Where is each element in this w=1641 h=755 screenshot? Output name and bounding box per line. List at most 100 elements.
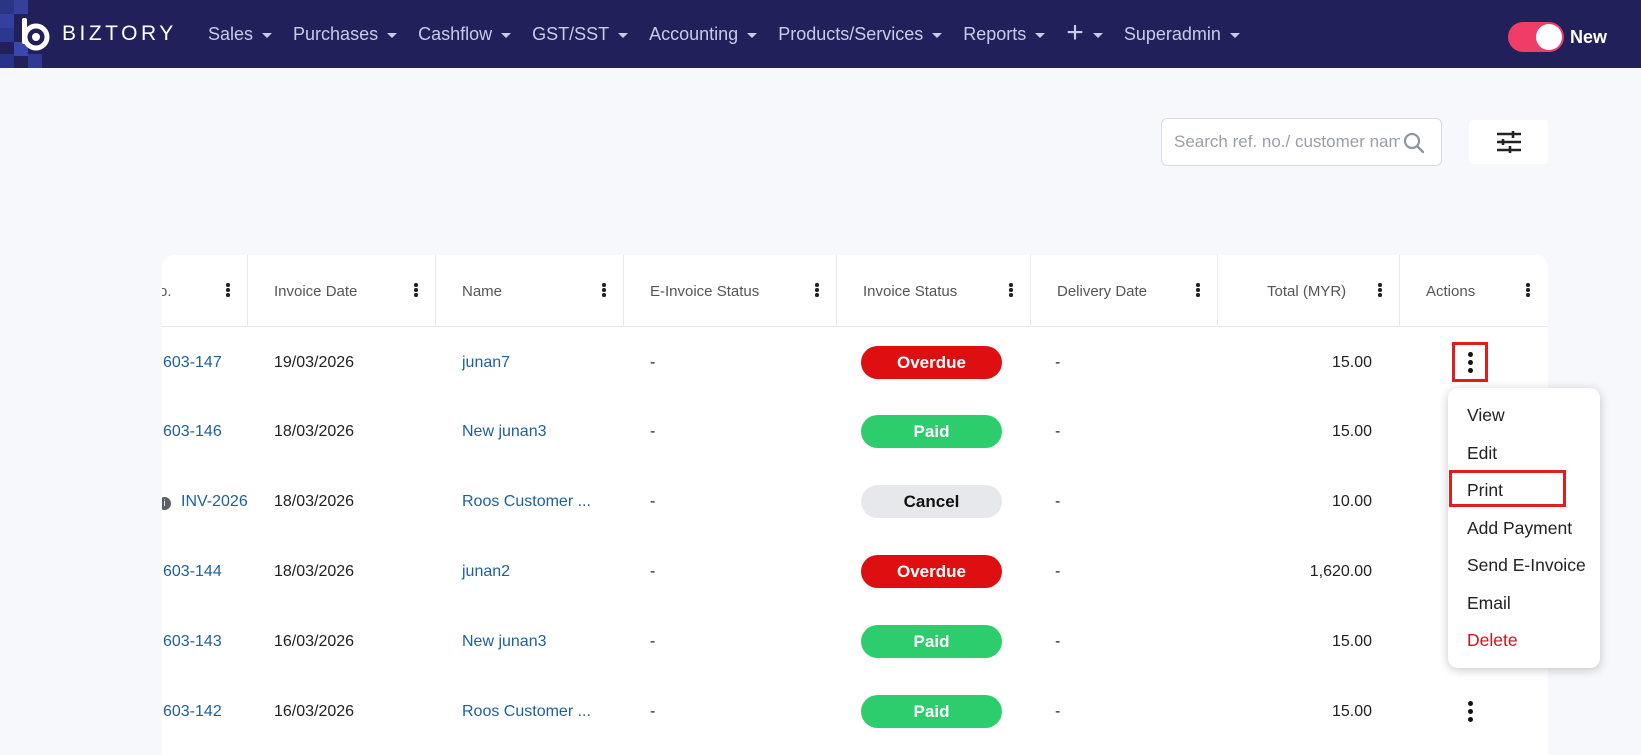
customer-name-link[interactable]: junan7	[462, 354, 510, 372]
nav-purchases[interactable]: Purchases	[293, 23, 398, 45]
invoice-ref-link[interactable]: 603-147	[163, 354, 222, 372]
col-total[interactable]: Total (MYR)	[1218, 255, 1400, 327]
nav-add-new[interactable]: +	[1066, 16, 1103, 49]
col-invoice-date-label: Invoice Date	[274, 283, 358, 300]
sliders-icon	[1496, 131, 1521, 153]
nav-superadmin[interactable]: Superadmin	[1124, 24, 1240, 45]
invoice-ref-link[interactable]: 603-144	[163, 563, 222, 581]
filter-button[interactable]	[1469, 120, 1548, 164]
col-actions-label: Actions	[1426, 283, 1476, 300]
col-invoice-status-label: Invoice Status	[863, 283, 958, 300]
nav-sales[interactable]: Sales	[208, 23, 273, 45]
nav-products-services[interactable]: Products/Services	[778, 24, 943, 45]
invoice-ref-link[interactable]: 603-143	[163, 633, 222, 651]
column-menu-icon[interactable]	[1526, 283, 1530, 297]
invoice-date: 18/03/2026	[274, 423, 355, 440]
column-menu-icon[interactable]	[1378, 283, 1382, 297]
col-delivery-date[interactable]: Delivery Date	[1031, 255, 1218, 327]
customer-name-link[interactable]: Roos Customer ...	[462, 493, 591, 511]
chevron-down-icon	[1229, 32, 1240, 38]
chevron-down-icon	[262, 32, 273, 38]
menu-item-send-einvoice[interactable]: Send E-Invoice	[1467, 555, 1586, 576]
new-ui-toggle[interactable]	[1508, 22, 1564, 52]
delivery-date: -	[1055, 493, 1061, 510]
row-actions-button[interactable]	[1452, 691, 1488, 731]
table-row[interactable]: 603-144 18/03/2026 junan2 - Overdue - 1,…	[162, 537, 1548, 607]
delivery-date: -	[1055, 423, 1061, 440]
top-nav-bar: BIZTORY Sales Purchases Cashflow GST/SST…	[0, 0, 1641, 68]
nav-gst-sst[interactable]: GST/SST	[532, 24, 629, 45]
main-nav: Sales Purchases Cashflow GST/SST Account…	[208, 0, 1261, 68]
chevron-down-icon	[1035, 32, 1046, 38]
nav-cashflow-label: Cashflow	[418, 23, 493, 44]
menu-item-add-payment[interactable]: Add Payment	[1467, 518, 1572, 539]
customer-name-link[interactable]: New junan3	[462, 633, 547, 651]
col-actions[interactable]: Actions	[1400, 255, 1548, 327]
customer-name-link[interactable]: Roos Customer ...	[462, 703, 591, 721]
column-menu-icon[interactable]	[226, 283, 230, 297]
table-row[interactable]: 603-143 16/03/2026 New junan3 - Paid - 1…	[162, 607, 1548, 677]
col-name[interactable]: Name	[436, 255, 624, 327]
nav-purchases-label: Purchases	[293, 23, 379, 44]
column-menu-icon[interactable]	[414, 283, 418, 297]
menu-item-email[interactable]: Email	[1467, 593, 1511, 614]
column-menu-icon[interactable]	[815, 283, 819, 297]
table-row[interactable]: 603-142 16/03/2026 Roos Customer ... - P…	[162, 677, 1548, 747]
invoice-table: o. Invoice Date Name E-Invoice Status In…	[162, 255, 1548, 755]
invoice-ref-link[interactable]: 603-146	[163, 423, 222, 441]
customer-name-link[interactable]: junan2	[462, 563, 510, 581]
row-actions-button[interactable]	[1452, 342, 1488, 382]
print-highlight-box	[1449, 470, 1566, 507]
chevron-down-icon	[1092, 32, 1103, 38]
nav-superadmin-label: Superadmin	[1123, 23, 1221, 44]
einvoice-indicator-icon: i	[162, 497, 171, 510]
table-row[interactable]: 603-147 19/03/2026 junan7 - Overdue - 15…	[162, 327, 1548, 397]
brand-logo[interactable]: BIZTORY	[18, 16, 177, 52]
brand-name: BIZTORY	[62, 22, 177, 45]
col-invoice-status[interactable]: Invoice Status	[837, 255, 1031, 327]
nav-reports[interactable]: Reports	[963, 23, 1046, 45]
col-ref-no[interactable]: o.	[162, 255, 248, 327]
nav-cashflow[interactable]: Cashflow	[418, 23, 512, 45]
delivery-date: -	[1055, 563, 1061, 580]
col-total-label: Total (MYR)	[1267, 283, 1347, 300]
table-row[interactable]: 603-146 18/03/2026 New junan3 - Paid - 1…	[162, 397, 1548, 467]
chevron-down-icon	[501, 32, 512, 38]
menu-item-delete[interactable]: Delete	[1467, 630, 1518, 651]
menu-item-view[interactable]: View	[1467, 405, 1505, 426]
col-name-label: Name	[462, 283, 503, 300]
customer-name-link[interactable]: New junan3	[462, 423, 547, 441]
table-row[interactable]: i INV-2026 18/03/2026 Roos Customer ... …	[162, 467, 1548, 537]
delivery-date: -	[1055, 703, 1061, 720]
menu-item-edit[interactable]: Edit	[1467, 443, 1497, 464]
nav-sales-label: Sales	[208, 23, 254, 44]
col-einvoice-status[interactable]: E-Invoice Status	[624, 255, 837, 327]
plus-icon: +	[1066, 16, 1084, 49]
invoice-ref-link[interactable]: 603-142	[163, 703, 222, 721]
invoice-total: 15.00	[1331, 354, 1372, 371]
search-input[interactable]	[1174, 132, 1400, 152]
chevron-down-icon	[932, 32, 943, 38]
col-einvoice-status-label: E-Invoice Status	[650, 283, 760, 300]
col-invoice-date[interactable]: Invoice Date	[248, 255, 436, 327]
invoice-total: 15.00	[1331, 423, 1372, 440]
status-badge: Cancel	[861, 485, 1002, 518]
status-badge: Paid	[861, 695, 1002, 728]
invoice-date: 18/03/2026	[274, 563, 355, 580]
nav-reports-label: Reports	[963, 23, 1027, 44]
column-menu-icon[interactable]	[602, 283, 606, 297]
search-icon[interactable]	[1402, 131, 1426, 155]
row-actions-menu: View Edit Print Add Payment Send E-Invoi…	[1448, 388, 1600, 668]
nav-accounting[interactable]: Accounting	[649, 23, 758, 45]
status-badge: Paid	[861, 625, 1002, 658]
invoice-total: 15.00	[1331, 633, 1372, 650]
einvoice-status: -	[650, 703, 656, 720]
nav-accounting-label: Accounting	[649, 23, 739, 44]
status-badge: Paid	[861, 415, 1002, 448]
column-menu-icon[interactable]	[1196, 283, 1200, 297]
invoice-ref-link[interactable]: INV-2026	[181, 493, 248, 511]
invoice-total: 15.00	[1331, 703, 1372, 720]
einvoice-status: -	[650, 354, 656, 371]
toggle-knob	[1536, 24, 1562, 50]
column-menu-icon[interactable]	[1009, 283, 1013, 297]
